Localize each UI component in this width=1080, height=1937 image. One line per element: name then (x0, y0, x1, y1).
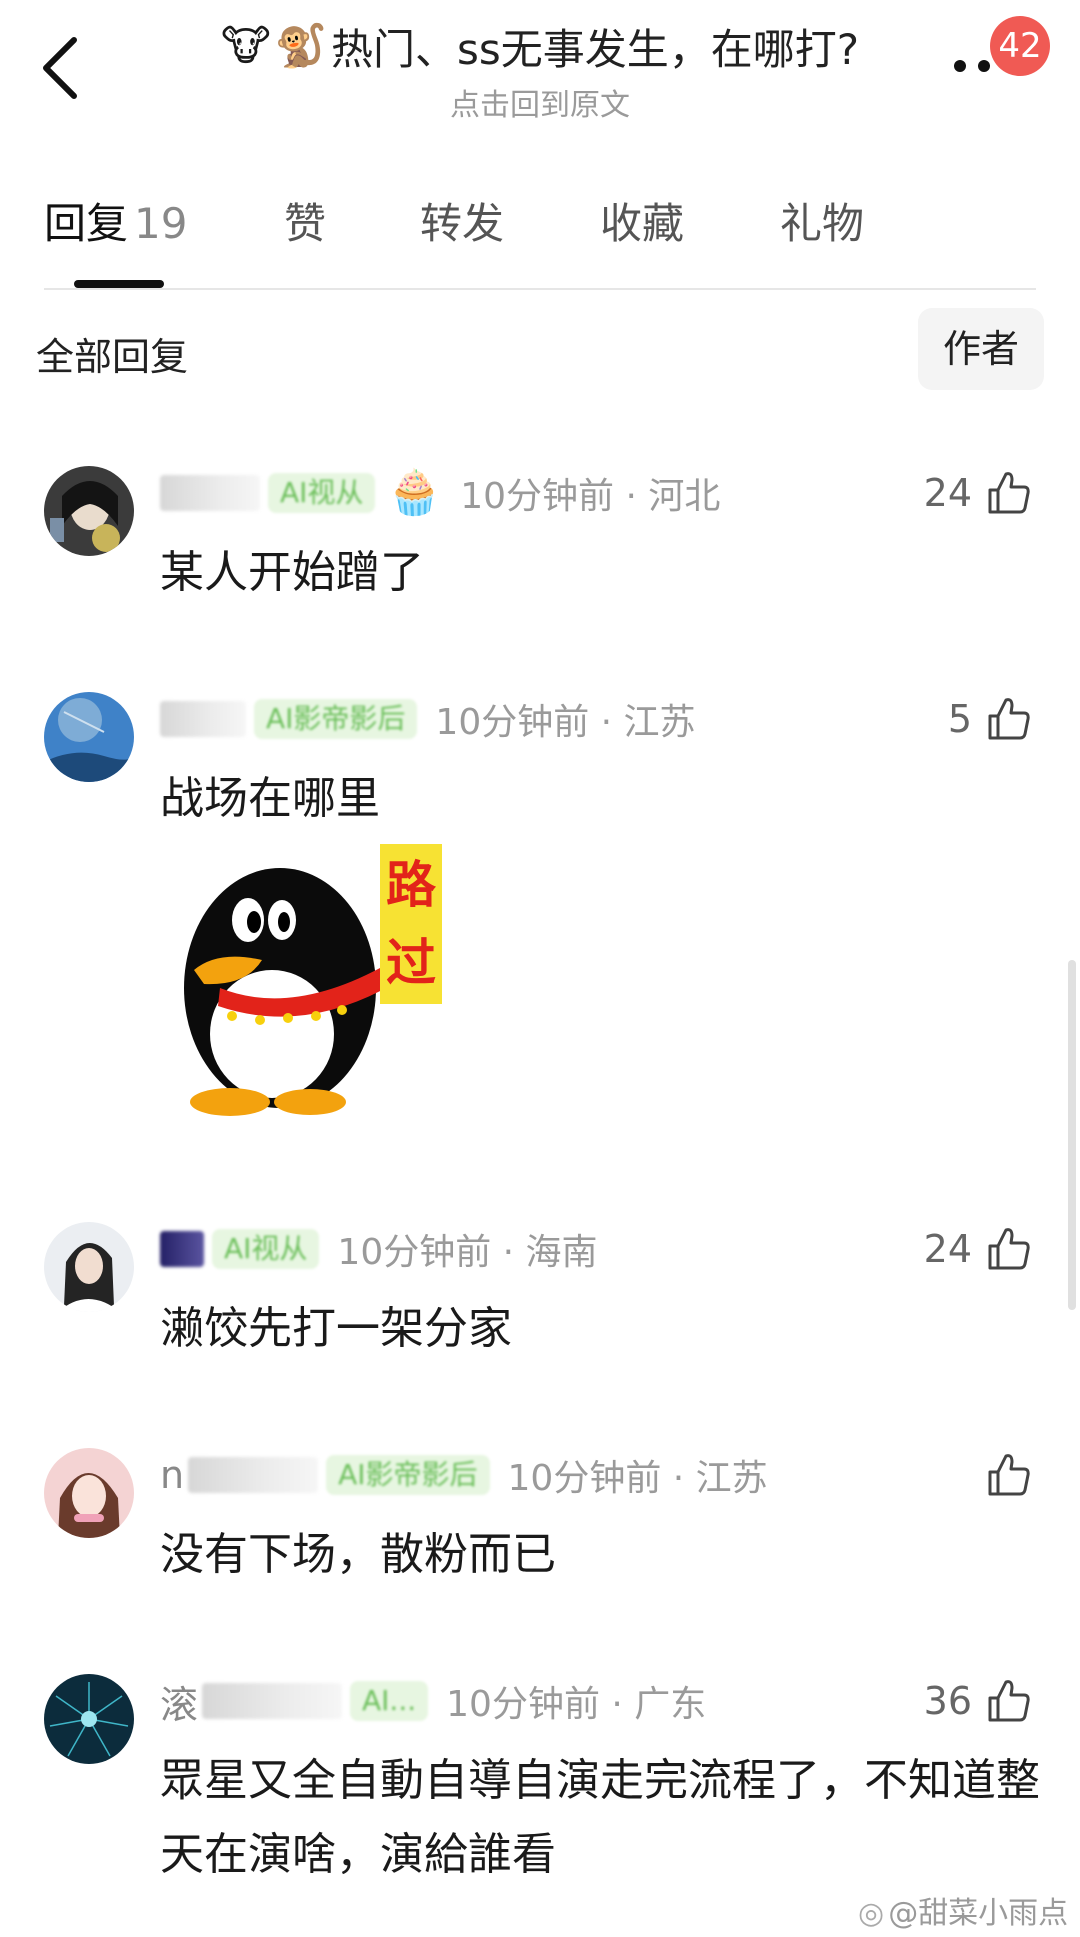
notification-badge[interactable]: 42 (990, 16, 1050, 76)
username-initial[interactable]: n (160, 1453, 184, 1497)
comment-time-location: 10分钟前 · 广东 (446, 1684, 707, 1725)
avatar[interactable] (44, 1448, 134, 1538)
tab-replies[interactable]: 回复 19 (44, 190, 187, 251)
username[interactable] (202, 1683, 343, 1719)
comment-meta: AI视从 10分钟前 · 海南 (160, 1222, 598, 1276)
divider (44, 288, 1036, 290)
post-title-link[interactable]: 🐮 🐒 热门、ss无事发生，在哪打? 点击回到原文 (170, 14, 910, 124)
thumbs-up-icon (988, 1228, 1030, 1270)
like-count: 24 (923, 471, 972, 515)
comment-text: 眾星又全自動自導自演走完流程了，不知道整天在演啥，演給誰看 (160, 1755, 1040, 1880)
thumbs-up-icon (988, 472, 1030, 514)
comment-time-location: 10分钟前 · 河北 (460, 476, 721, 517)
like-button[interactable]: 5 (948, 692, 1034, 746)
cake-badge-icon: 🧁 (387, 467, 443, 518)
thumbs-up-icon (988, 1454, 1030, 1496)
scrollbar[interactable] (1068, 960, 1076, 1310)
comment-time-location: 10分钟前 · 海南 (337, 1232, 598, 1273)
monkey-emoji-icon: 🐒 (274, 21, 327, 70)
like-button[interactable] (972, 1448, 1034, 1502)
like-count: 5 (947, 697, 972, 741)
avatar[interactable] (44, 1674, 134, 1764)
post-title: 热门、ss无事发生，在哪打? (330, 24, 860, 74)
penguin-sticker-image[interactable]: 路 过 (160, 838, 450, 1128)
comment-meta: AI视从 🧁 10分钟前 · 河北 (160, 466, 720, 520)
comment-time-location: 10分钟前 · 江苏 (435, 702, 696, 743)
fan-medal[interactable]: AI影帝影后 (326, 1455, 490, 1495)
like-count: 36 (923, 1679, 972, 1723)
top-bar: 🐮 🐒 热门、ss无事发生，在哪打? 点击回到原文 42 (0, 0, 1080, 140)
like-button[interactable]: 36 (924, 1674, 1034, 1728)
comment-meta: 滚 AI... 10分钟前 · 广东 (160, 1674, 706, 1728)
fan-medal[interactable]: AI视从 (212, 1229, 320, 1269)
tab-reposts[interactable]: 转发 (420, 190, 504, 251)
back-to-original-hint: 点击回到原文 (450, 88, 630, 123)
avatar[interactable] (44, 466, 134, 556)
comment-meta: n AI影帝影后 10分钟前 · 江苏 (160, 1448, 768, 1502)
comment-text: 战场在哪里 (160, 773, 380, 824)
tab-likes[interactable]: 赞 (284, 190, 326, 251)
like-button[interactable]: 24 (924, 466, 1034, 520)
cow-emoji-icon: 🐮 (220, 21, 271, 70)
active-tab-indicator (74, 280, 164, 288)
back-button[interactable] (30, 28, 90, 108)
thumbs-up-icon (988, 698, 1030, 740)
more-dot-icon (978, 60, 990, 72)
watermark-text: @甜菜小雨点 (888, 1896, 1069, 1931)
fan-medal[interactable]: AI影帝影后 (254, 699, 418, 739)
sticker-text: 路 (386, 855, 437, 914)
comment-time-location: 10分钟前 · 江苏 (507, 1458, 768, 1499)
fan-medal[interactable]: AI... (350, 1681, 429, 1721)
username[interactable] (160, 701, 246, 737)
thumbs-up-icon (988, 1680, 1030, 1722)
username-initial[interactable]: 滚 (160, 1674, 198, 1729)
tab-gifts[interactable]: 礼物 (780, 190, 864, 251)
filter-all-replies[interactable]: 全部回复 (36, 326, 188, 381)
avatar[interactable] (44, 692, 134, 782)
comment-text: 某人开始蹭了 (160, 547, 424, 598)
tab-favorites[interactable]: 收藏 (600, 190, 684, 251)
username[interactable] (160, 1231, 204, 1267)
more-dot-icon (954, 60, 966, 72)
avatar[interactable] (44, 1222, 134, 1312)
tab-bar: 回复 19 赞 转发 收藏 礼物 (0, 190, 1080, 250)
comment-text: 没有下场，散粉而已 (160, 1529, 556, 1580)
tab-count: 19 (134, 199, 188, 248)
tab-label: 回复 (44, 199, 129, 248)
comment-text: 濑饺先打一架分家 (160, 1303, 512, 1354)
weibo-logo-icon: ◎ (858, 1896, 885, 1931)
comment-meta: AI影帝影后 10分钟前 · 江苏 (160, 692, 696, 746)
author-filter-button[interactable]: 作者 (918, 308, 1044, 390)
like-button[interactable]: 24 (924, 1222, 1034, 1276)
username[interactable] (160, 475, 260, 511)
comment-page: 🐮 🐒 热门、ss无事发生，在哪打? 点击回到原文 42 回复 19 赞 转发 收… (0, 0, 1080, 1937)
watermark: ◎ @甜菜小雨点 (858, 1888, 1068, 1932)
fan-medal[interactable]: AI视从 (268, 473, 376, 513)
chevron-left-icon (43, 37, 77, 99)
username[interactable] (188, 1457, 319, 1493)
sticker-text: 过 (386, 933, 436, 992)
like-count: 24 (923, 1227, 972, 1271)
